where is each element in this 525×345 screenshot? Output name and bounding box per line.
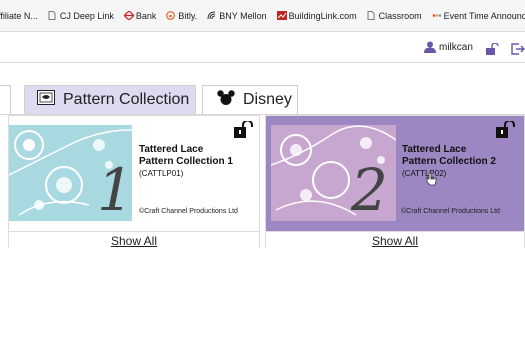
bookmark-event-time-announcer[interactable]: Event Time Announcer [432, 11, 525, 21]
card-title-line1: Tattered Lace [402, 144, 467, 155]
show-all-link[interactable]: Show All [266, 231, 524, 249]
bookmark-label: Event Time Announcer [443, 10, 525, 21]
bookmark-label: CJ Deep Link [59, 10, 114, 21]
card-panel: 2 Tattered Lace Pattern Collection 2 (CA… [266, 116, 524, 231]
page-icon [367, 11, 376, 20]
bookmark-label: ffiliate N... [0, 10, 38, 21]
sign-out-icon[interactable] [511, 42, 525, 60]
bookmarks-bar: ffiliate N... CJ Deep Link Bank Bitly. B… [0, 0, 525, 32]
user-icon [424, 41, 436, 53]
card-code: (CATTLP01) [139, 169, 184, 178]
pattern-icon [37, 90, 55, 110]
collection-thumbnail: 2 [271, 125, 396, 221]
card-panel: 1 Tattered Lace Pattern Collection 1 (CA… [9, 116, 259, 231]
show-all-link[interactable]: Show All [9, 231, 259, 249]
user-account[interactable]: milkcan [424, 41, 473, 53]
card-info: Tattered Lace Pattern Collection 1 (CATT… [139, 144, 233, 178]
bookmark-label: BNY Mellon [219, 10, 267, 21]
collection-card-2[interactable]: 2 Tattered Lace Pattern Collection 2 (CA… [265, 115, 525, 249]
bookmark-affiliate[interactable]: ffiliate N... [0, 11, 38, 21]
card-copyright: ©Craft Channel Productions Ltd [401, 208, 500, 215]
buildinglink-icon [276, 11, 287, 20]
bitly-icon [166, 11, 176, 20]
unlock-icon[interactable] [486, 42, 500, 60]
card-title-line1: Tattered Lace [139, 144, 204, 155]
hand-cursor-icon [425, 172, 437, 191]
tab-pattern-collection[interactable]: Pattern Collection [24, 85, 196, 114]
bookmark-bitly[interactable]: Bitly. [166, 11, 197, 21]
tab-disney[interactable]: Disney [202, 85, 298, 114]
bookmark-label: Bank [135, 10, 157, 21]
bookmark-bank[interactable]: Bank [122, 10, 157, 21]
collection-thumbnail: 1 [9, 125, 132, 221]
card-title-line2: Pattern Collection 1 [139, 156, 233, 167]
collection-card-1[interactable]: 1 Tattered Lace Pattern Collection 1 (CA… [8, 115, 260, 249]
bookmark-buildinglink[interactable]: BuildingLink.com [276, 10, 357, 21]
bookmark-cj-deep-link[interactable]: CJ Deep Link [48, 11, 114, 21]
bookmark-classroom[interactable]: Classroom [367, 11, 422, 21]
event-icon [432, 11, 441, 20]
username: milkcan [439, 41, 473, 53]
user-bar: milkcan [0, 32, 525, 62]
card-code: (CATTLP02) [402, 169, 447, 178]
bank-icon [122, 10, 135, 21]
bny-icon [207, 11, 216, 20]
mickey-icon [217, 90, 235, 110]
bookmark-label: Bitly. [178, 10, 198, 21]
tab-previous[interactable] [0, 85, 11, 114]
page-icon [48, 11, 57, 20]
unlock-icon[interactable] [234, 119, 254, 143]
card-title-line2: Pattern Collection 2 [402, 156, 496, 167]
collection-number: 1 [97, 156, 132, 221]
card-info: Tattered Lace Pattern Collection 2 (CATT… [402, 144, 496, 178]
tab-label: Pattern Collection [63, 91, 190, 108]
collection-number: 2 [351, 156, 388, 221]
bookmark-label: BuildingLink.com [288, 10, 357, 21]
unlock-icon[interactable] [496, 119, 516, 143]
tab-label: Disney [243, 91, 292, 108]
card-copyright: ©Craft Channel Productions Ltd [139, 208, 238, 215]
bookmark-bny-mellon[interactable]: BNY Mellon [207, 10, 267, 21]
bookmark-label: Classroom [378, 10, 422, 21]
